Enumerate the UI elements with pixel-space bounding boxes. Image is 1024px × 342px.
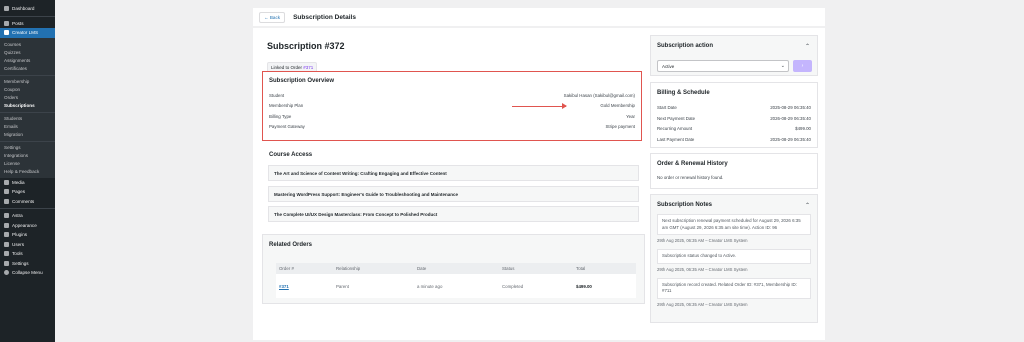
status-select[interactable]: Active ⌄ <box>657 60 789 72</box>
note-item: Next subscription renewal payment schedu… <box>657 214 811 235</box>
related-orders-table: Order # Relationship Date Status Total #… <box>276 263 636 298</box>
history-empty-text: No order or renewal history found. <box>657 175 724 180</box>
course-item[interactable]: The Complete UI/UX Design Masterclass: F… <box>268 206 639 222</box>
page-title: Subscription Details <box>293 13 356 21</box>
sidebar-item-assignments[interactable]: Assignments <box>0 57 55 65</box>
sidebar-item-orders[interactable]: Orders <box>0 94 55 102</box>
astra-icon <box>4 213 9 219</box>
related-orders-title: Related Orders <box>269 242 313 248</box>
note-meta: 29th Aug 2025, 06:35 AM – Creator LMS Sy… <box>657 301 748 307</box>
order-link[interactable]: #371 <box>276 284 336 289</box>
course-access-title: Course Access <box>269 152 313 158</box>
apply-action-button[interactable]: › <box>793 60 812 72</box>
wrench-icon <box>4 251 9 257</box>
history-title: Order & Renewal History <box>657 161 728 167</box>
sidebar-item-users[interactable]: Users <box>0 240 55 250</box>
sidebar-item-dashboard[interactable]: Dashboard <box>0 4 55 14</box>
sidebar-item-astra[interactable]: Astra <box>0 211 55 221</box>
plugin-icon <box>4 232 9 238</box>
sidebar-item-courses[interactable]: Courses <box>0 41 55 49</box>
order-history-card: Order & Renewal History No order or rene… <box>650 153 818 189</box>
related-orders: Related Orders Order # Relationship Date… <box>262 234 645 304</box>
dashboard-icon <box>4 6 9 12</box>
billing-row-start: Start Date 2025-08-29 06:35:40 <box>657 104 811 110</box>
table-header: Order # Relationship Date Status Total <box>276 263 636 274</box>
sidebar-item-certificates[interactable]: Certificates <box>0 65 55 73</box>
billing-row-last: Last Payment Date 2025-08-29 06:35:40 <box>657 136 811 142</box>
sidebar-item-media[interactable]: Media <box>0 178 55 188</box>
note-item: Subscription record created. Related Ord… <box>657 277 811 299</box>
billing-row-amount: Recurring Amount $499.00 <box>657 126 811 132</box>
comment-icon <box>4 198 9 204</box>
annotation-arrow <box>512 103 567 109</box>
sidebar-item-coupon[interactable]: Coupon <box>0 86 55 94</box>
sidebar-item-integrations[interactable]: Integrations <box>0 152 55 160</box>
brush-icon <box>4 222 9 228</box>
course-item[interactable]: Mastering WordPress Support: Engineer's … <box>268 186 639 202</box>
sidebar-item-tools[interactable]: Tools <box>0 249 55 259</box>
users-icon <box>4 241 9 247</box>
notes-title: Subscription Notes <box>657 202 713 208</box>
sidebar-item-comments[interactable]: Comments <box>0 197 55 207</box>
collapse-icon <box>4 270 9 276</box>
billing-row-next: Next Payment Date 2026-08-29 06:35:40 <box>657 115 811 121</box>
sidebar-item-emails[interactable]: Emails <box>0 123 55 131</box>
sidebar-item-posts[interactable]: Posts <box>0 19 55 29</box>
subscription-notes-card: Subscription Notes ⌃ Next subscription r… <box>650 194 818 323</box>
sidebar-item-appearance[interactable]: Appearance <box>0 221 55 231</box>
note-item: Subscription status changed to Active. <box>657 249 811 264</box>
overview-row-plan: Membership Plan Gold Membership <box>269 103 635 109</box>
settings-icon <box>4 260 9 266</box>
collapse-menu-button[interactable]: Collapse Menu <box>0 268 55 278</box>
overview-title: Subscription Overview <box>269 78 335 84</box>
creator-lms-submenu: Courses Quizzes Assignments Certificates… <box>0 37 55 178</box>
sidebar-item-subscriptions[interactable]: Subscriptions <box>0 102 55 110</box>
sidebar-item-pages[interactable]: Pages <box>0 187 55 197</box>
billing-schedule-card: Billing & Schedule Start Date 2025-08-29 … <box>650 82 818 148</box>
media-icon <box>4 179 9 185</box>
subscription-action-card: Subscription action ⌃ Active ⌄ › <box>650 35 818 76</box>
sidebar-item-plugins[interactable]: Plugins <box>0 230 55 240</box>
admin-sidebar: Dashboard Posts Creator LMS Courses Quiz… <box>0 0 55 342</box>
pin-icon <box>4 20 9 26</box>
subscription-title: Subscription #372 <box>267 41 345 51</box>
sidebar-item-license[interactable]: License <box>0 160 55 168</box>
sidebar-item-help-feedback[interactable]: Help & Feedback <box>0 168 55 176</box>
page-header: ← Back Subscription Details <box>253 8 825 26</box>
sidebar-item-creator-lms[interactable]: Creator LMS <box>0 28 55 38</box>
billing-title: Billing & Schedule <box>657 90 710 96</box>
overview-row-gateway: Payment Gateway Stripe payment <box>269 124 635 130</box>
overview-row-student: Student Sakibul Hasan (Sakibul@gmail.com) <box>269 92 635 98</box>
chevron-up-icon[interactable]: ⌃ <box>805 202 810 209</box>
sidebar-item-quizzes[interactable]: Quizzes <box>0 49 55 57</box>
sidebar-item-students[interactable]: Students <box>0 115 55 123</box>
overview-row-billing-type: Billing Type Year <box>269 113 635 119</box>
sidebar-item-settings[interactable]: Settings <box>0 259 55 269</box>
note-meta: 29th Aug 2025, 06:35 AM – Creator LMS Sy… <box>657 238 748 243</box>
subscription-heading: Subscription #372 Linked to Order #371 <box>267 41 345 74</box>
chevron-down-icon: ⌄ <box>780 63 785 69</box>
graduation-cap-icon <box>4 30 9 36</box>
sidebar-item-membership[interactable]: Membership <box>0 78 55 86</box>
back-button[interactable]: ← Back <box>259 11 286 23</box>
subscription-overview: Subscription Overview Student Sakibul Has… <box>262 71 642 141</box>
linked-order-link[interactable]: #371 <box>303 65 313 70</box>
note-meta: 29th Aug 2025, 06:35 AM – Creator LMS Sy… <box>657 266 748 272</box>
subscription-action-title: Subscription action <box>657 43 714 49</box>
course-item[interactable]: The Art and Science of Content Writing: … <box>268 165 639 181</box>
sidebar-item-migration[interactable]: Migration <box>0 131 55 139</box>
page-icon <box>4 189 9 195</box>
chevron-up-icon[interactable]: ⌃ <box>805 43 810 50</box>
table-row: #371 Parent a minute ago Completed $499.… <box>276 274 636 298</box>
sidebar-item-settings-lms[interactable]: Settings <box>0 144 55 152</box>
